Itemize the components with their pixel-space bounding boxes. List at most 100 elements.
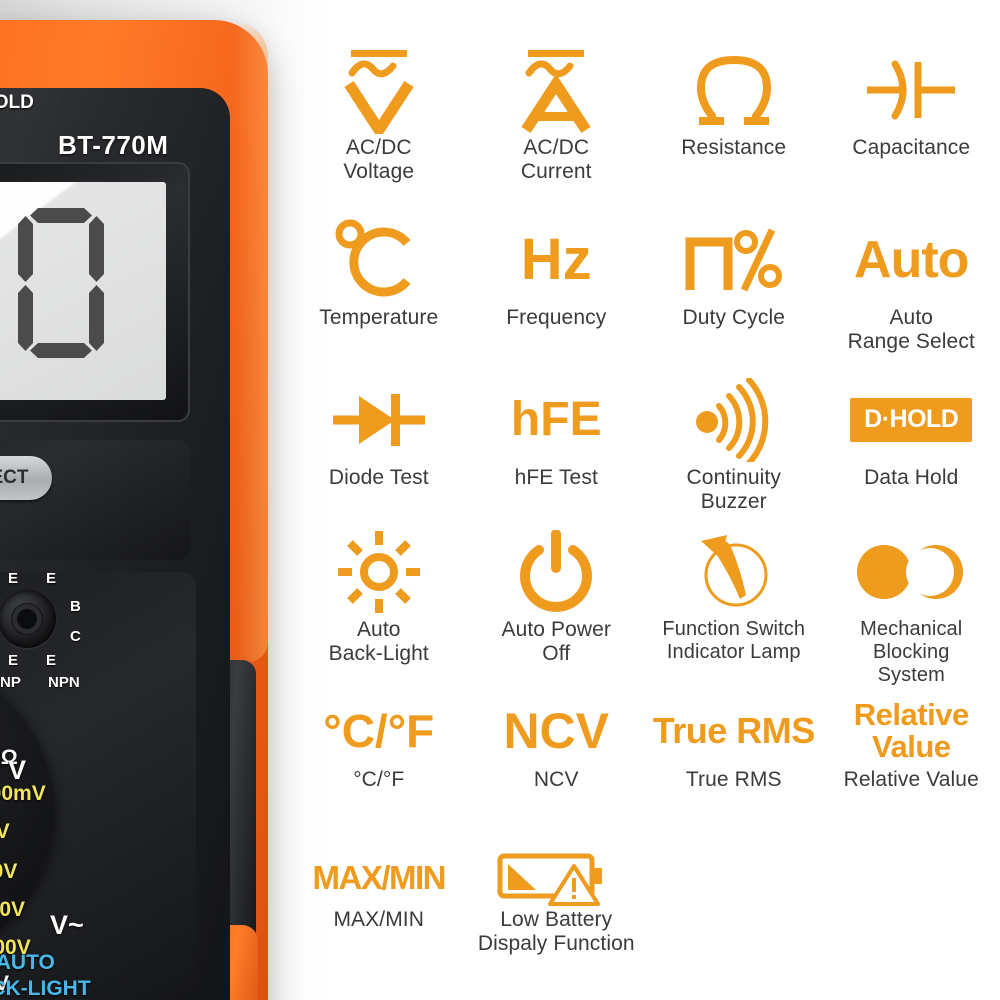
backlight-line-2: BACK-LIGHT: [0, 976, 91, 1000]
ncv-icon-text: NCV: [503, 703, 610, 759]
dial-label-60v-dc: 60V: [0, 860, 18, 883]
feature-caption: Relative Value: [843, 768, 979, 791]
feature-row: Temperature Hz Frequency Duty Cycle Auto…: [290, 214, 1000, 374]
low-battery-icon: [496, 846, 616, 908]
feature-caption: Frequency: [506, 306, 607, 329]
feature-caption: Capacitance: [852, 136, 971, 159]
feature-caption: Auto Back-Light: [328, 618, 429, 666]
auto-icon-text: Auto: [854, 231, 969, 289]
buzzer-icon: [687, 374, 781, 466]
feature-true-rms: True RMS True RMS: [645, 694, 823, 846]
feature-row: °C/°F °C/°F NCV NCV True RMS True RMS Re…: [290, 694, 1000, 846]
feature-caption: Diode Test: [328, 466, 429, 489]
lcd-digit: [18, 208, 106, 358]
c-f-icon: °C/°F: [323, 694, 434, 768]
feature-row: Diode Test hFE hFE Test Continuity Buzze…: [290, 374, 1000, 526]
relative-value-icon-text: Relative Value: [853, 697, 969, 764]
feature-caption: AC/DC Voltage: [343, 136, 415, 184]
hz-icon-text: Hz: [520, 227, 592, 292]
feature-row: MAX/MIN MAX/MIN Low Battery Dispaly Func…: [290, 846, 1000, 996]
feature-continuity-buzzer: Continuity Buzzer: [645, 374, 823, 526]
feature-caption: Duty Cycle: [682, 306, 786, 329]
feature-caption: °C/°F: [353, 768, 405, 791]
feature-caption: hFE Test: [514, 466, 598, 489]
duty-cycle-icon: [684, 214, 784, 306]
feature-temperature: Temperature: [290, 214, 468, 374]
hz-icon: Hz: [521, 214, 592, 306]
lcd-digit: [0, 208, 2, 358]
dial-auto-backlight-label: AUTO BACK-LIGHT: [0, 950, 91, 1000]
indicator-lamp-icon: [691, 526, 777, 618]
true-rms-icon-text: True RMS: [652, 710, 816, 751]
feature-relative-value: Relative Value Relative Value: [823, 694, 1000, 846]
feature-diode-test: Diode Test: [290, 374, 468, 526]
feature-caption: Auto Range Select: [847, 306, 975, 354]
socket-label-e-bl: E: [8, 652, 19, 669]
d-hold-icon: D·HOLD: [850, 374, 973, 466]
feature-caption: AC/DC Current: [520, 136, 592, 184]
dial-label-6v-dc: 6V: [0, 820, 10, 843]
feature-caption: MAX/MIN: [333, 908, 425, 931]
omega-icon: [691, 44, 777, 136]
relative-value-icon: Relative Value: [854, 694, 969, 768]
feature-capacitance: Capacitance: [823, 44, 1000, 214]
feature-caption: Continuity Buzzer: [686, 466, 781, 514]
lcd-bezel: [0, 162, 190, 422]
transistor-socket[interactable]: [0, 590, 56, 648]
feature-hfe-test: hFE hFE Test: [468, 374, 646, 526]
feature-caption: Resistance: [681, 136, 787, 159]
c-f-icon-text: °C/°F: [323, 705, 435, 757]
max-min-icon-text: MAX/MIN: [312, 858, 447, 896]
feature-caption: Mechanical Blocking System: [860, 618, 963, 687]
feature-caption: Low Battery Dispaly Function: [477, 908, 635, 956]
feature-row: Auto Back-Light Auto Power Off Function …: [290, 526, 1000, 694]
hfe-icon: hFE: [511, 374, 602, 466]
feature-empty-slot: [645, 846, 823, 996]
select-button[interactable]: SELECT: [0, 456, 52, 500]
feature-caption: NCV: [533, 768, 579, 791]
feature-max-min: MAX/MIN MAX/MIN: [290, 846, 468, 996]
auto-icon: Auto: [854, 214, 969, 306]
socket-label-e-tl: E: [8, 570, 19, 587]
dial-vdc-symbol: V: [8, 755, 27, 785]
feature-auto-power-off: Auto Power Off: [468, 526, 646, 694]
socket-label-e-tr: E: [46, 570, 57, 587]
diode-icon: [329, 374, 429, 466]
feature-caption: Data Hold: [864, 466, 959, 489]
dial-vac-symbol: V~: [50, 910, 84, 940]
feature-auto-range: Auto Auto Range Select: [823, 214, 1000, 374]
feature-function-lamp: Function Switch Indicator Lamp: [645, 526, 823, 694]
ncv-icon: NCV: [503, 694, 609, 768]
feature-ac-dc-voltage: AC/DC Voltage: [290, 44, 468, 214]
feature-caption: True RMS: [685, 768, 782, 791]
feature-caption: Temperature: [319, 306, 439, 329]
feature-row: AC/DC Voltage AC/DC Current Resistance C…: [290, 44, 1000, 214]
feature-mechanical-blocking: Mechanical Blocking System: [823, 526, 1000, 694]
shell-rim-highlight: [234, 22, 268, 662]
feature-caption: Function Switch Indicator Lamp: [662, 618, 806, 664]
product-feature-infographic: BT-770M CT OLD E E B C E E NP NPN Ω 0mV …: [0, 0, 1000, 1000]
max-min-icon: MAX/MIN: [312, 846, 447, 908]
feature-low-battery: Low Battery Dispaly Function: [468, 846, 646, 996]
hfe-icon-text: hFE: [510, 393, 602, 446]
dial-label-600v-dc: 600V: [0, 898, 26, 921]
true-rms-icon: True RMS: [652, 694, 816, 768]
feature-grid: AC/DC Voltage AC/DC Current Resistance C…: [290, 44, 1000, 1000]
degree-c-icon: [331, 214, 427, 306]
capacitor-icon: [861, 44, 961, 136]
backlight-line-1: AUTO: [0, 951, 55, 974]
feature-celsius-fahrenheit: °C/°F °C/°F: [290, 694, 468, 846]
socket-label-b-r: B: [70, 598, 81, 615]
feature-auto-backlight: Auto Back-Light: [290, 526, 468, 694]
feature-ac-dc-current: AC/DC Current: [468, 44, 646, 214]
multimeter-device: BT-770M CT OLD E E B C E E NP NPN Ω 0mV …: [0, 20, 280, 1000]
v-tilde-icon: [336, 44, 422, 136]
feature-data-hold: D·HOLD Data Hold: [823, 374, 1000, 526]
feature-caption: Auto Power Off: [501, 618, 612, 666]
feature-resistance: Resistance: [645, 44, 823, 214]
button-panel: ▲ SELECT: [0, 440, 190, 560]
lcd-digits: [0, 208, 106, 358]
lcd-screen: [0, 182, 166, 400]
a-tilde-icon: [513, 44, 599, 136]
feature-frequency: Hz Frequency: [468, 214, 646, 374]
